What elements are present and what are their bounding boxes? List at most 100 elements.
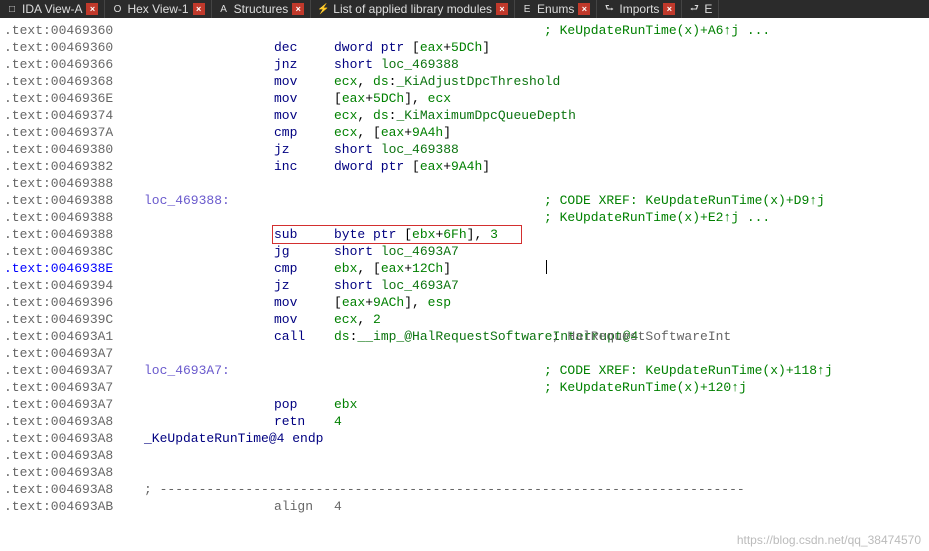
comment: ; KeUpdateRunTime(x)+E2↑j ... — [544, 209, 770, 226]
address: .text:00469368 — [4, 73, 144, 90]
code-line[interactable]: .text:00469374 movecx, ds:_KiMaximumDpcQu… — [4, 107, 929, 124]
operand: short loc_4693A7 — [334, 243, 544, 260]
close-icon[interactable]: × — [496, 3, 508, 15]
operand: ds:__imp_@HalRequestSoftwareInterrupt@4 — [334, 328, 544, 345]
mnemonic: pop — [274, 396, 334, 413]
address: .text:0046939C — [4, 311, 144, 328]
disassembly-view[interactable]: .text:00469360 ; KeUpdateRunTime(x)+A6↑j … — [0, 18, 929, 515]
export-icon: ⮐ — [688, 3, 700, 15]
code-line[interactable]: .text:004693AB align4 — [4, 498, 929, 515]
code-line[interactable]: .text:00469380jzshort loc_469388 — [4, 141, 929, 158]
address: .text:0046937A — [4, 124, 144, 141]
address: .text:00469388 — [4, 192, 144, 209]
operand: 4 — [334, 413, 544, 430]
code-line[interactable]: .text:00469366jnzshort loc_469388 — [4, 56, 929, 73]
tab-hex-view[interactable]: OHex View-1 × — [105, 0, 211, 18]
address: .text:0046938E — [4, 260, 144, 277]
close-icon[interactable]: × — [86, 3, 98, 15]
operand: [eax+9ACh], esp — [334, 294, 544, 311]
mnemonic: mov — [274, 107, 334, 124]
code-line[interactable]: .text:004693A1callds:__imp_@HalRequestSo… — [4, 328, 929, 345]
code-label: loc_4693A7: — [144, 362, 274, 379]
code-line[interactable]: .text:00469388 — [4, 175, 929, 192]
code-line[interactable]: .text:0046938Cjgshort loc_4693A7 — [4, 243, 929, 260]
operand: short loc_469388 — [334, 141, 544, 158]
address: .text:00469388 — [4, 226, 144, 243]
mnemonic: retn — [274, 413, 334, 430]
code-line[interactable]: .text:00469388subbyte ptr [ebx+6Fh], 3 — [4, 226, 929, 243]
code-line[interactable]: .text:004693A8; ------------------------… — [4, 481, 929, 498]
code-line[interactable]: .text:00469368 movecx, ds:_KiAdjustDpcThr… — [4, 73, 929, 90]
code-line[interactable]: .text:00469360 ; KeUpdateRunTime(x)+A6↑j … — [4, 22, 929, 39]
close-icon[interactable]: × — [292, 3, 304, 15]
mnemonic: jnz — [274, 56, 334, 73]
comment: ; HalRequestSoftwareInt — [544, 328, 731, 345]
enum-icon: E — [521, 3, 533, 15]
operand: ebx — [334, 396, 544, 413]
list-icon: ⚡ — [317, 3, 329, 15]
address: .text:004693A7 — [4, 362, 144, 379]
code-line[interactable]: .text:0046937Acmpecx, [eax+9A4h] — [4, 124, 929, 141]
comment: ; CODE XREF: KeUpdateRunTime(x)+D9↑j — [544, 192, 825, 209]
code-line[interactable]: .text:004693A7 — [4, 345, 929, 362]
address: .text:00469360 — [4, 22, 144, 39]
operand: 4 — [334, 498, 544, 515]
operand: ecx, ds:_KiMaximumDpcQueueDepth — [334, 107, 544, 124]
operand: byte ptr [ebx+6Fh], 3 — [334, 226, 544, 243]
code-line[interactable]: .text:00469388loc_469388: ; CODE XREF: Ke… — [4, 192, 929, 209]
address: .text:004693A1 — [4, 328, 144, 345]
mnemonic: dec — [274, 39, 334, 56]
address: .text:00469366 — [4, 56, 144, 73]
code-line[interactable]: .text:00469396mov[eax+9ACh], esp — [4, 294, 929, 311]
address: .text:004693A7 — [4, 379, 144, 396]
code-line[interactable]: .text:004693A8_KeUpdateRunTime@4 endp — [4, 430, 929, 447]
text-cursor — [546, 260, 547, 274]
comment: ; KeUpdateRunTime(x)+A6↑j ... — [544, 22, 770, 39]
mnemonic: align — [274, 498, 334, 515]
tab-ida-view[interactable]: □IDA View-A × — [0, 0, 105, 18]
code-line[interactable]: .text:004693A8 — [4, 447, 929, 464]
mnemonic: jz — [274, 277, 334, 294]
tab-enums[interactable]: EEnums × — [515, 0, 597, 18]
code-label: loc_469388: — [144, 192, 274, 209]
code-line[interactable]: .text:00469388; KeUpdateRunTime(x)+E2↑j … — [4, 209, 929, 226]
address: .text:004693A7 — [4, 345, 144, 362]
address: .text:00469382 — [4, 158, 144, 175]
close-icon[interactable]: × — [578, 3, 590, 15]
address: .text:004693A8 — [4, 447, 144, 464]
code-line[interactable]: .text:004693A7loc_4693A7: ; CODE XREF: Ke… — [4, 362, 929, 379]
code-line[interactable]: .text:004693A7; KeUpdateRunTime(x)+120↑j — [4, 379, 929, 396]
mnemonic: cmp — [274, 260, 334, 277]
code-line[interactable]: .text:0046936Emov[eax+5DCh], ecx — [4, 90, 929, 107]
address: .text:00469360 — [4, 39, 144, 56]
close-icon[interactable]: × — [193, 3, 205, 15]
tab-exports[interactable]: ⮐E — [682, 0, 719, 18]
mnemonic: jg — [274, 243, 334, 260]
mnemonic: inc — [274, 158, 334, 175]
address: .text:0046936E — [4, 90, 144, 107]
code-line[interactable]: .text:00469382 incdword ptr [eax+9A4h] — [4, 158, 929, 175]
tab-imports[interactable]: ⮑Imports × — [597, 0, 682, 18]
tab-library-modules[interactable]: ⚡List of applied library modules × — [311, 0, 515, 18]
code-line[interactable]: .text:0046939C movecx, 2 — [4, 311, 929, 328]
tab-structures[interactable]: AStructures × — [212, 0, 312, 18]
address: .text:00469374 — [4, 107, 144, 124]
code-line[interactable]: .text:004693A8 retn4 — [4, 413, 929, 430]
address: .text:004693A8 — [4, 413, 144, 430]
code-line[interactable]: .text:004693A8 — [4, 464, 929, 481]
watermark: https://blog.csdn.net/qq_38474570 — [737, 533, 921, 547]
proc-end: _KeUpdateRunTime@4 endp — [144, 430, 323, 447]
operand: ecx, 2 — [334, 311, 544, 328]
operand: dword ptr [eax+9A4h] — [334, 158, 544, 175]
mnemonic: mov — [274, 73, 334, 90]
close-icon[interactable]: × — [663, 3, 675, 15]
mnemonic: mov — [274, 311, 334, 328]
code-line[interactable]: .text:00469394jzshort loc_4693A7 — [4, 277, 929, 294]
separator: ; --------------------------------------… — [144, 481, 745, 498]
code-line[interactable]: .text:00469360decdword ptr [eax+5DCh] — [4, 39, 929, 56]
operand: ecx, ds:_KiAdjustDpcThreshold — [334, 73, 544, 90]
address: .text:004693AB — [4, 498, 144, 515]
code-line[interactable]: .text:004693A7popebx — [4, 396, 929, 413]
code-line[interactable]: .text:0046938Ecmpebx, [eax+12Ch] — [4, 260, 929, 277]
comment: ; CODE XREF: KeUpdateRunTime(x)+118↑j — [544, 362, 833, 379]
